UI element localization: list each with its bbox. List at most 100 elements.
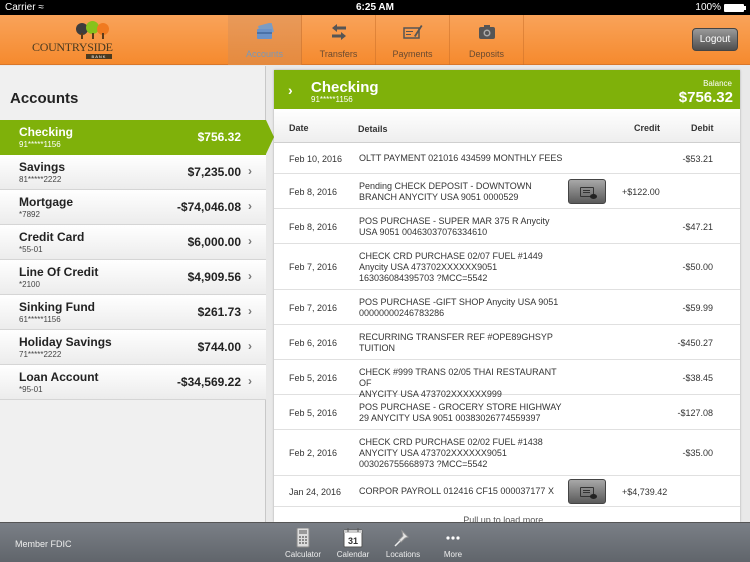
detail-account-number: 91*****1156 [311, 95, 353, 104]
transaction-details-line: 003026755668973 ?MCC=5542 [359, 459, 488, 469]
account-item-mortgage[interactable]: Mortgage *7892 -$74,046.08 › [0, 190, 266, 225]
sidebar-title: Accounts [10, 90, 79, 107]
svg-text:31: 31 [348, 536, 358, 546]
tab-deposits-label: Deposits [468, 49, 504, 59]
transaction-row[interactable]: Jan 24, 2016 CORPOR PAYROLL 012416 CF15 0… [274, 476, 740, 507]
account-item-sinking-fund[interactable]: Sinking Fund 61*****1156 $261.73 › [0, 295, 266, 330]
view-check-image-button[interactable] [568, 179, 606, 204]
transaction-date: Feb 5, 2016 [289, 373, 338, 383]
account-number: *2100 [19, 280, 40, 289]
account-balance: $261.73 [197, 305, 241, 319]
account-item-loan-account[interactable]: Loan Account *95-01 -$34,569.22 › [0, 365, 266, 400]
chevron-right-icon[interactable]: › [288, 82, 293, 98]
col-details: Details [358, 124, 388, 134]
transaction-row[interactable]: Feb 6, 2016 RECURRING TRANSFER REF #OPE89… [274, 325, 740, 360]
transaction-date: Feb 7, 2016 [289, 303, 338, 313]
calendar-button[interactable]: 31 Calendar [328, 526, 378, 562]
transaction-row[interactable]: Feb 7, 2016 CHECK CRD PURCHASE 02/07 FUEL… [274, 244, 740, 290]
chevron-right-icon: › [248, 199, 252, 213]
chevron-right-icon: › [248, 339, 252, 353]
account-balance: $756.32 [197, 130, 241, 144]
transaction-details: OLTT PAYMENT 021016 434599 MONTHLY FEES [359, 153, 569, 164]
transaction-row[interactable]: Feb 8, 2016 Pending CHECK DEPOSIT - DOWNT… [274, 174, 740, 209]
transaction-details-line: POS PURCHASE - SUPER MAR 375 R Anycity [359, 216, 550, 226]
eye-icon [590, 494, 597, 499]
account-number: 91*****1156 [19, 140, 61, 149]
account-number: 71*****2222 [19, 350, 62, 359]
transaction-row[interactable]: Feb 5, 2016 CHECK #999 TRANS 02/05 THAI R… [274, 360, 740, 399]
pull-to-load-more[interactable]: Pull up to load more... [274, 507, 740, 522]
chevron-right-icon: › [248, 234, 252, 248]
transaction-row[interactable]: Feb 10, 2016 OLTT PAYMENT 021016 434599 M… [274, 143, 740, 174]
transaction-details-line: ANYCITY USA 473702XXXXXX9051 [359, 448, 507, 458]
more-dots-icon [446, 536, 460, 540]
footer-tools: Calculator 31 Calendar Locations More [278, 526, 478, 562]
detail-account-name: Checking [311, 79, 379, 96]
account-item-checking[interactable]: Checking 91*****1156 $756.32 [0, 120, 274, 155]
transaction-details: POS PURCHASE - GROCERY STORE HIGHWAY 29 A… [359, 402, 569, 424]
trees-logo-icon [76, 21, 116, 39]
account-name: Holiday Savings [19, 335, 112, 349]
logout-button[interactable]: Logout [692, 28, 738, 51]
battery-icon [724, 3, 746, 12]
account-number: *7892 [19, 210, 40, 219]
transaction-date: Feb 6, 2016 [289, 338, 338, 348]
transaction-row[interactable]: Feb 2, 2016 CHECK CRD PURCHASE 02/02 FUEL… [274, 430, 740, 476]
transaction-row[interactable]: Feb 5, 2016 POS PURCHASE - GROCERY STORE … [274, 395, 740, 430]
app-header: COUNTRYSIDE BANK Accounts Transfers Paym… [0, 15, 750, 65]
account-number: 61*****1156 [19, 315, 61, 324]
transaction-details-line: RECURRING TRANSFER REF #OPE89GHSYP [359, 332, 553, 342]
calculator-label: Calculator [284, 550, 321, 559]
transaction-date: Feb 10, 2016 [289, 154, 343, 164]
transaction-details: CHECK CRD PURCHASE 02/07 FUEL #1449 Anyci… [359, 251, 569, 284]
view-check-image-button[interactable] [568, 479, 606, 504]
transaction-date: Feb 8, 2016 [289, 187, 338, 197]
account-item-credit-card[interactable]: Credit Card *55-01 $6,000.00 › [0, 225, 266, 260]
chevron-right-icon: › [248, 304, 252, 318]
battery-indicator: 100% [695, 2, 746, 13]
transaction-debit: -$59.99 [682, 303, 713, 313]
transaction-details-line: 00000000246783286 [359, 308, 445, 318]
tab-transfers[interactable]: Transfers [302, 15, 376, 65]
transaction-details-line: USA 9051 00463037076334610 [359, 227, 488, 237]
check-pen-icon [403, 25, 423, 39]
transaction-debit: -$53.21 [682, 154, 713, 164]
locations-label: Locations [385, 550, 421, 559]
more-button[interactable]: More [428, 526, 478, 562]
account-balance: $4,909.56 [187, 270, 241, 284]
locations-button[interactable]: Locations [378, 526, 428, 562]
transaction-date: Feb 8, 2016 [289, 222, 338, 232]
account-name: Sinking Fund [19, 300, 95, 314]
col-credit: Credit [634, 123, 661, 133]
transaction-debit: -$35.00 [682, 448, 713, 458]
account-detail-panel: › Checking 91*****1156 Balance $756.32 D… [274, 70, 740, 522]
transaction-credit: +$4,739.42 [622, 487, 668, 497]
status-bar: Carrier ≈ 6:25 AM 100% [0, 0, 750, 15]
transaction-details: POS PURCHASE - SUPER MAR 375 R Anycity US… [359, 216, 569, 238]
eye-icon [590, 194, 597, 199]
account-item-savings[interactable]: Savings 81*****2222 $7,235.00 › [0, 155, 266, 190]
footer-bar: Member FDIC Calculator 31 Calendar Locat… [0, 522, 750, 562]
brand-name: COUNTRYSIDE [32, 40, 113, 54]
transaction-details-line: 29 ANYCITY USA 9051 00383026774559397 [359, 413, 541, 423]
col-date: Date [289, 123, 309, 133]
account-item-line-of-credit[interactable]: Line Of Credit *2100 $4,909.56 › [0, 260, 266, 295]
transaction-credit: +$122.00 [622, 187, 660, 197]
transaction-row[interactable]: Feb 8, 2016 POS PURCHASE - SUPER MAR 375 … [274, 209, 740, 244]
tab-accounts[interactable]: Accounts [228, 15, 302, 65]
account-header[interactable]: › Checking 91*****1156 Balance $756.32 [274, 70, 740, 109]
account-number: 81*****2222 [19, 175, 62, 184]
calendar-label: Calendar [336, 550, 370, 559]
accounts-sidebar: Accounts Checking 91*****1156 $756.32 Sa… [0, 66, 274, 522]
tab-deposits[interactable]: Deposits [450, 15, 524, 65]
account-item-holiday-savings[interactable]: Holiday Savings 71*****2222 $744.00 › [0, 330, 266, 365]
calculator-button[interactable]: Calculator [278, 526, 328, 562]
account-list: Checking 91*****1156 $756.32 Savings 81*… [0, 120, 274, 400]
account-name: Mortgage [19, 195, 73, 209]
tab-payments[interactable]: Payments [376, 15, 450, 65]
account-name: Savings [19, 160, 66, 174]
transaction-details-line: TUITION [359, 343, 395, 353]
transaction-details: CHECK CRD PURCHASE 02/02 FUEL #1438 ANYCI… [359, 437, 569, 470]
pushpin-icon [394, 529, 409, 547]
transaction-row[interactable]: Feb 7, 2016 POS PURCHASE -GIFT SHOP Anyci… [274, 290, 740, 325]
